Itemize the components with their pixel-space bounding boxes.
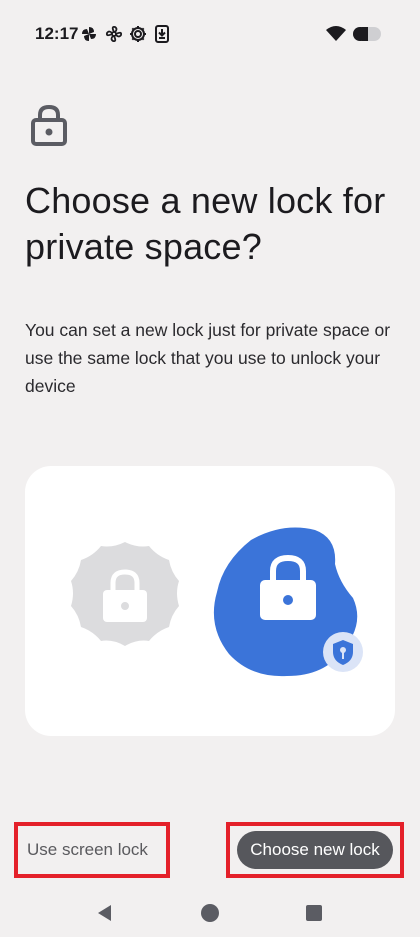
home-circle-icon[interactable] — [199, 902, 221, 924]
download-icon — [155, 25, 169, 43]
use-screen-lock-button[interactable]: Use screen lock — [14, 822, 170, 878]
use-screen-lock-label: Use screen lock — [27, 840, 148, 859]
pinwheel-icon — [82, 27, 96, 41]
choose-new-lock-highlight: Choose new lock — [226, 822, 404, 878]
recents-square-icon[interactable] — [303, 902, 325, 924]
status-time: 12:17 — [35, 24, 79, 43]
choose-new-lock-button[interactable]: Choose new lock — [237, 831, 393, 869]
page-description: You can set a new lock just for private … — [25, 320, 391, 396]
gear-icon — [130, 26, 146, 42]
fan-icon — [105, 25, 123, 43]
illustration-card — [25, 466, 395, 736]
grey-lock-badge-icon — [71, 542, 179, 646]
navigation-bar — [0, 888, 420, 937]
action-bar: Use screen lock Choose new lock — [0, 822, 420, 878]
page-title: Choose a new lock for private space? — [25, 180, 386, 267]
shield-key-icon — [323, 632, 363, 672]
lock-options-illustration — [71, 527, 363, 677]
back-triangle-icon[interactable] — [94, 902, 116, 924]
status-bar: 12:17 — [0, 0, 420, 68]
lock-icon — [31, 104, 67, 146]
choose-new-lock-label: Choose new lock — [250, 840, 380, 859]
battery-icon — [353, 27, 381, 41]
wifi-icon — [326, 26, 346, 41]
